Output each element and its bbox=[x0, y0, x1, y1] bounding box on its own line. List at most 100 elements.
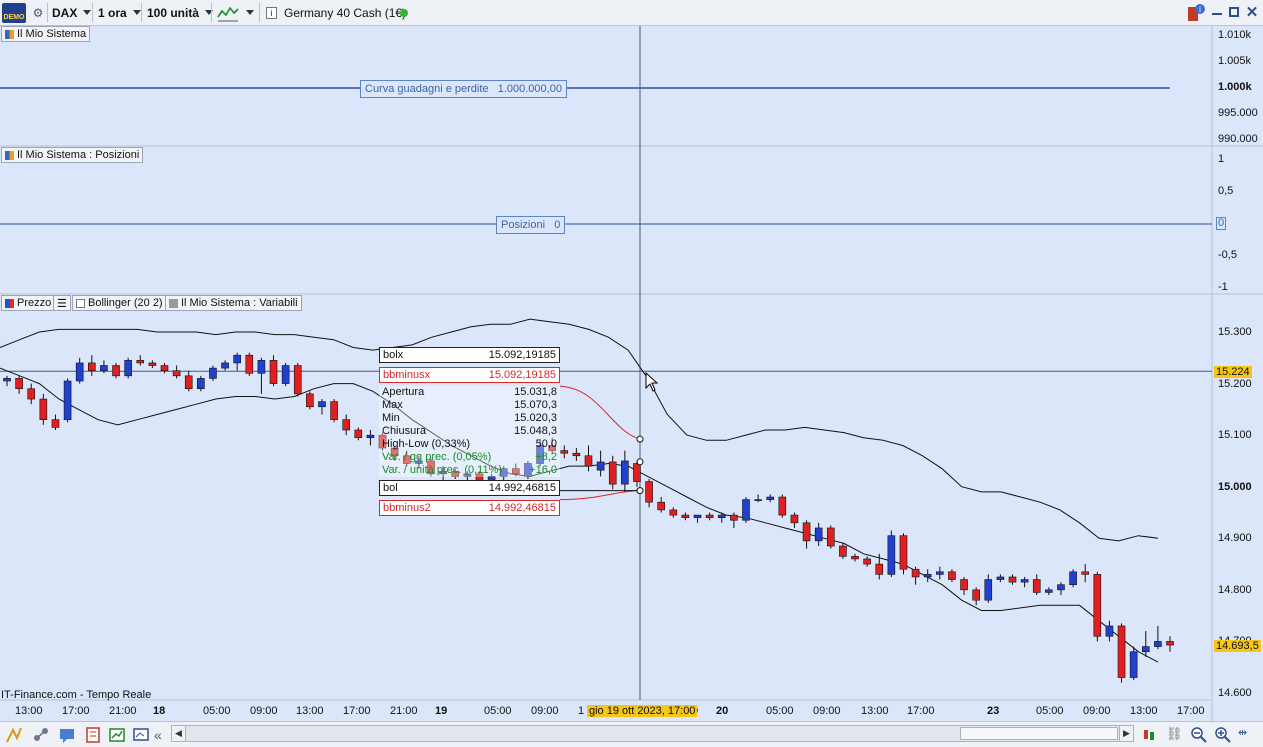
ohlc-key: Min bbox=[382, 412, 400, 424]
units-select[interactable]: 100 unità bbox=[147, 2, 214, 23]
chart-canvas[interactable] bbox=[0, 26, 1263, 721]
ohlc-row: Var. / gg prec. (0,05%) +8,2 bbox=[379, 451, 560, 464]
candle-body bbox=[863, 558, 871, 565]
candle-body bbox=[1081, 571, 1089, 575]
system-icon bbox=[5, 29, 14, 39]
bbminus2-box: bbminus2 14.992,46815 bbox=[379, 500, 560, 516]
horizontal-scrollbar[interactable]: ◀ ▶ bbox=[171, 725, 1134, 742]
info-icon[interactable]: i bbox=[266, 7, 277, 19]
candle-body bbox=[1117, 625, 1126, 678]
candle-body bbox=[657, 501, 665, 511]
bottom-toolbar: « ◀ ▶ ⛓ ⇹ bbox=[0, 721, 1263, 747]
candle-body bbox=[572, 452, 581, 457]
bbminusx-curve bbox=[559, 385, 641, 440]
checkbox-icon bbox=[76, 298, 85, 308]
price-axis-tick: 15.000 bbox=[1218, 481, 1252, 493]
equity-axis-tick: 995.000 bbox=[1218, 107, 1258, 119]
bollinger-upper-band bbox=[0, 318, 1159, 542]
zoom-in-icon[interactable] bbox=[1214, 726, 1232, 744]
data-source: IT-Finance.com - Tempo Reale bbox=[1, 689, 152, 701]
candle-body bbox=[814, 527, 823, 542]
separator bbox=[141, 3, 142, 22]
candle-body bbox=[306, 393, 314, 408]
candle-body bbox=[1032, 579, 1041, 593]
separator bbox=[211, 3, 212, 22]
maximize-icon[interactable] bbox=[1229, 7, 1239, 17]
candle-body bbox=[766, 496, 775, 500]
equity-axis-tick: 1.000k bbox=[1218, 81, 1252, 93]
candle-settings-icon[interactable] bbox=[1140, 726, 1158, 744]
price-axis-tick: 14.800 bbox=[1218, 584, 1252, 596]
candle-body bbox=[136, 360, 145, 364]
collapse-left-icon[interactable]: « bbox=[154, 727, 162, 743]
ohlc-key: Max bbox=[382, 399, 403, 411]
screen-icon[interactable] bbox=[132, 726, 150, 744]
minimize-icon[interactable] bbox=[1212, 13, 1222, 15]
positions-panel-label[interactable]: Il Mio Sistema : Posizioni bbox=[1, 147, 144, 163]
settings-icon[interactable]: ⚙ bbox=[30, 3, 46, 23]
positions-line-label[interactable]: Posizioni 0 bbox=[496, 216, 566, 234]
chart-area[interactable]: Il Mio Sistema Il Mio Sistema : Posizion… bbox=[0, 26, 1263, 721]
time-axis-tick: 1 bbox=[578, 705, 585, 717]
fit-icon[interactable]: ⇹ bbox=[1238, 726, 1260, 744]
ohlc-value: 15.020,3 bbox=[514, 412, 557, 424]
scroll-left-button[interactable]: ◀ bbox=[172, 726, 186, 741]
bol-box: bol 14.992,46815 bbox=[379, 480, 560, 496]
chart-style-dropdown[interactable] bbox=[240, 2, 254, 23]
candle-body bbox=[124, 360, 132, 377]
current-price-tag: 15.224 bbox=[1214, 366, 1252, 378]
alert-icon[interactable]: i bbox=[1186, 3, 1206, 23]
candle-body bbox=[318, 401, 326, 408]
candle-body bbox=[27, 388, 36, 400]
time-axis-tick: 05:00 bbox=[484, 705, 512, 717]
time-axis-tick: 21:00 bbox=[390, 705, 418, 717]
price-axis-tick: 15.100 bbox=[1218, 429, 1252, 441]
close-icon[interactable]: ✕ bbox=[1244, 3, 1260, 23]
positions-axis-tick: 0 bbox=[1216, 217, 1227, 230]
link-icon[interactable]: ⛓ bbox=[1166, 726, 1184, 744]
candle-body bbox=[839, 545, 847, 557]
time-axis-tick: 09:00 bbox=[1083, 705, 1111, 717]
timeframe-select[interactable]: 1 ora bbox=[98, 2, 141, 23]
chart-style-icon[interactable] bbox=[216, 3, 240, 23]
candle-body bbox=[75, 362, 84, 382]
crosshair-marker bbox=[636, 435, 644, 443]
bbminus2-curve bbox=[559, 490, 641, 501]
candle-body bbox=[996, 576, 1005, 580]
price-axis-tick: 15.300 bbox=[1218, 326, 1252, 338]
orders-icon[interactable] bbox=[84, 726, 102, 744]
equity-line-label[interactable]: Curva guadagni e perdite 1.000.000,00 bbox=[360, 80, 567, 98]
candle-body bbox=[717, 514, 726, 518]
price-label[interactable]: Prezzo bbox=[1, 295, 56, 311]
candle-body bbox=[39, 398, 48, 420]
candle-body bbox=[3, 378, 11, 382]
scroll-right-button[interactable]: ▶ bbox=[1119, 726, 1133, 741]
demo-badge[interactable]: DEMO bbox=[2, 3, 26, 23]
comment-icon[interactable] bbox=[58, 726, 76, 744]
scroll-thumb[interactable] bbox=[960, 727, 1118, 740]
variables-label[interactable]: Il Mio Sistema : Variabili bbox=[165, 295, 302, 311]
symbol-select[interactable]: DAX bbox=[52, 2, 92, 23]
candle-body bbox=[911, 568, 920, 578]
candle-body bbox=[754, 499, 762, 501]
bolx-box: bolx 15.092,19185 bbox=[379, 347, 560, 363]
indicator-list-button[interactable]: ☰ bbox=[53, 295, 71, 311]
time-axis-tick: 09:00 bbox=[531, 705, 559, 717]
network-icon[interactable] bbox=[32, 726, 50, 744]
backtest-icon[interactable] bbox=[108, 726, 126, 744]
candle-body bbox=[269, 360, 278, 384]
equity-axis-tick: 990.000 bbox=[1218, 133, 1258, 145]
price-axis-tick: 15.200 bbox=[1218, 378, 1252, 390]
candle-body bbox=[100, 365, 108, 371]
ohlc-row: Apertura 15.031,8 bbox=[379, 386, 560, 399]
candle-body bbox=[1105, 625, 1114, 637]
ohlc-row: Min 15.020,3 bbox=[379, 412, 560, 425]
positions-axis-tick: 1 bbox=[1218, 153, 1225, 165]
drawing-tools-icon[interactable] bbox=[5, 726, 23, 744]
price-axis-tick: 14.900 bbox=[1218, 532, 1252, 544]
candle-body bbox=[790, 514, 799, 524]
zoom-out-icon[interactable] bbox=[1190, 726, 1208, 744]
equity-panel-label[interactable]: Il Mio Sistema bbox=[1, 26, 91, 42]
candle-body bbox=[1057, 584, 1065, 591]
bollinger-label[interactable]: Bollinger (20 2) bbox=[72, 295, 167, 311]
